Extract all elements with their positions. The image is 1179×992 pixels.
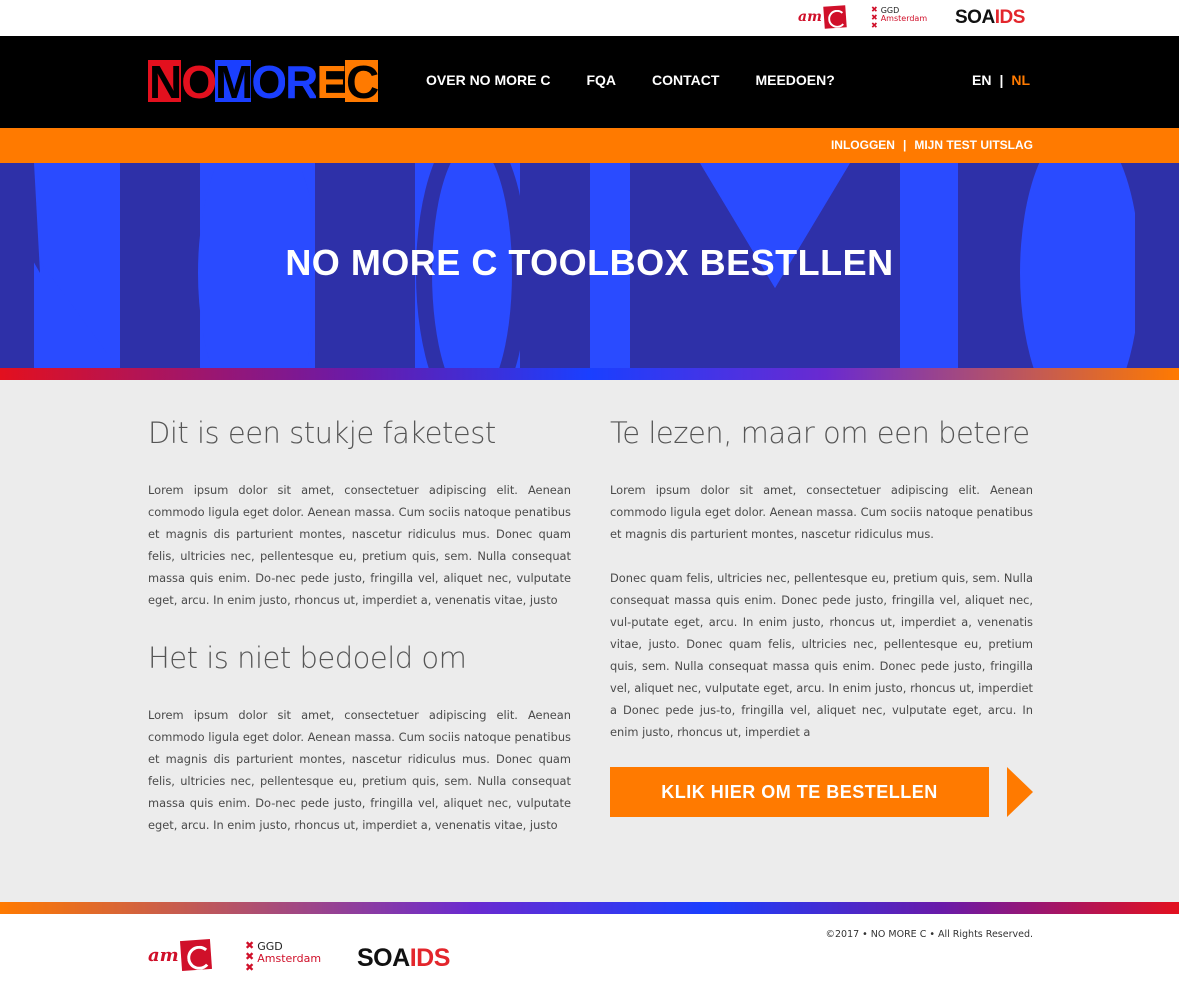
arrow-right-icon[interactable] (1007, 767, 1033, 817)
lang-en[interactable]: EN (972, 72, 991, 88)
main-nav: OVER NO MORE C FQA CONTACT MEEDOEN? (426, 72, 871, 88)
right-heading: Te lezen, maar om een betere (610, 416, 1030, 450)
footer-amc-logo-text: am (148, 944, 179, 966)
amc-c-icon (823, 5, 847, 29)
amc-logo[interactable]: am (798, 5, 847, 29)
brand-logo[interactable]: N O M O R E C (148, 60, 379, 102)
order-cta: KLIK HIER OM TE BESTELLEN (610, 767, 1033, 817)
footer-ggd-logo[interactable]: ✖ ✖ ✖ GGD Amsterdam (245, 940, 321, 973)
right-paragraph-2: Donec quam felis, ultricies nec, pellent… (610, 571, 1033, 739)
nav-over-no-more-c[interactable]: OVER NO MORE C (426, 72, 550, 88)
footer-amsterdam-crosses-icon: ✖ ✖ ✖ (245, 939, 255, 974)
footer-ggd-logo-line2: Amsterdam (257, 951, 322, 965)
footer-ggd-logo-line1: GGD (257, 940, 283, 953)
left-heading-2: Het is niet bedoeld om (148, 641, 467, 675)
order-button[interactable]: KLIK HIER OM TE BESTELLEN (610, 767, 989, 817)
hero-title: NO MORE C TOOLBOX BESTLLEN (285, 242, 894, 283)
copyright-text: ©2017 • NO MORE C • All Rights Reserved. (825, 929, 1033, 940)
nav-meedoen[interactable]: MEEDOEN? (755, 72, 834, 88)
hero-banner: NO MORE C TOOLBOX BESTLLEN (0, 163, 1179, 368)
lang-nl[interactable]: NL (1011, 72, 1030, 88)
account-bar: INLOGGEN | MIJN TEST UITSLAG (0, 128, 1179, 163)
test-results-link[interactable]: MIJN TEST UITSLAG (914, 138, 1033, 152)
left-heading-1: Dit is een stukje faketest (148, 416, 496, 450)
account-separator: | (902, 138, 907, 152)
ggd-logo[interactable]: ✖ ✖ ✖ GGD Amsterdam (871, 6, 927, 30)
language-switcher: EN | NL (972, 72, 1030, 88)
footer-amc-c-icon (179, 938, 212, 972)
right-paragraph-1: Lorem ipsum dolor sit amet, consectetuer… (610, 483, 1033, 541)
site-footer: ©2017 • NO MORE C • All Rights Reserved.… (0, 914, 1179, 992)
nav-fqa[interactable]: FQA (586, 72, 616, 88)
gradient-divider (0, 368, 1179, 380)
ggd-logo-line2: Amsterdam (880, 14, 928, 24)
left-paragraph-1: Lorem ipsum dolor sit amet, consectetuer… (148, 483, 571, 607)
footer-gradient-divider (0, 902, 1179, 914)
login-link[interactable]: INLOGGEN (831, 138, 895, 152)
site-header: N O M O R E C OVER NO MORE C FQA CONTACT… (0, 36, 1179, 128)
main-content: Dit is een stukje faketest Lorem ipsum d… (0, 380, 1179, 902)
right-column: Te lezen, maar om een betere Lorem ipsum… (610, 412, 1033, 743)
amsterdam-crosses-icon: ✖ ✖ ✖ (871, 5, 878, 30)
left-paragraph-2: Lorem ipsum dolor sit amet, consectetuer… (148, 708, 571, 832)
soaids-logo[interactable]: SOAIDS (955, 7, 1025, 29)
left-column: Dit is een stukje faketest Lorem ipsum d… (148, 412, 571, 836)
nav-contact[interactable]: CONTACT (652, 72, 719, 88)
footer-soaids-logo[interactable]: SOAIDS (357, 944, 450, 973)
partner-bar: am ✖ ✖ ✖ GGD Amsterdam SOAIDS (0, 0, 1179, 36)
lang-separator: | (999, 72, 1004, 88)
amc-logo-text: am (798, 9, 822, 25)
footer-amc-logo[interactable]: am (148, 938, 212, 972)
